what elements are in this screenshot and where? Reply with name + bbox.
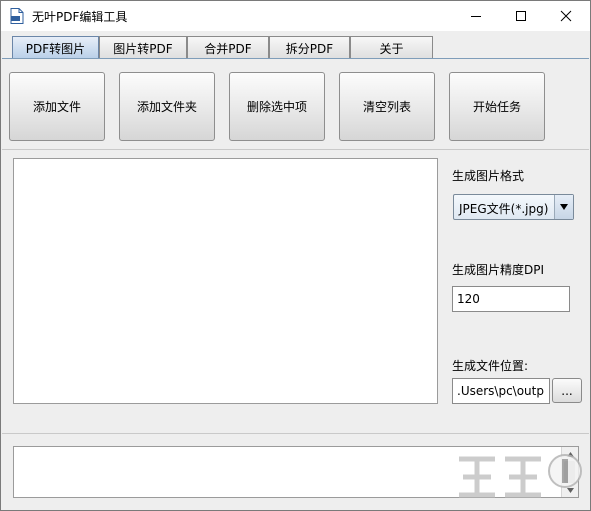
browse-button[interactable]: ... [552, 378, 582, 403]
dpi-label: 生成图片精度DPI [452, 263, 545, 277]
start-task-button[interactable]: 开始任务 [449, 72, 545, 141]
tab-image-to-pdf[interactable]: 图片转PDF [99, 36, 187, 59]
file-list[interactable] [13, 158, 438, 404]
location-label: 生成文件位置: [452, 359, 529, 373]
tab-split-pdf[interactable]: 拆分PDF [269, 36, 350, 59]
delete-selected-button[interactable]: 删除选中项 [229, 72, 325, 141]
app-window: 无叶PDF编辑工具 PDF转图片 图片转PDF 合并PDF 拆分PDF 关于 添… [0, 0, 591, 511]
tab-merge-pdf[interactable]: 合并PDF [187, 36, 269, 59]
close-button[interactable] [543, 1, 589, 31]
minimize-icon [471, 16, 481, 17]
toolbar-divider [2, 149, 589, 150]
dpi-input[interactable] [452, 286, 570, 312]
tab-underline [2, 58, 589, 59]
tab-label: 拆分PDF [285, 41, 334, 56]
clear-list-button[interactable]: 清空列表 [339, 72, 435, 141]
output-path-input[interactable] [452, 378, 550, 404]
maximize-icon [516, 11, 526, 21]
triangle-down-icon[interactable] [554, 195, 573, 219]
close-icon [560, 10, 572, 22]
pdf-file-icon [10, 8, 24, 24]
tab-label: 合并PDF [204, 41, 252, 56]
log-divider [2, 433, 589, 434]
format-label: 生成图片格式 [452, 169, 525, 183]
title-bar: 无叶PDF编辑工具 [1, 1, 590, 31]
format-select[interactable]: JPEG文件(*.jpg) [453, 194, 574, 220]
tab-pdf-to-image[interactable]: PDF转图片 [12, 36, 99, 59]
tab-strip: PDF转图片 图片转PDF 合并PDF 拆分PDF 关于 [1, 31, 590, 59]
tab-about[interactable]: 关于 [350, 36, 433, 59]
window-title: 无叶PDF编辑工具 [32, 10, 128, 24]
minimize-button[interactable] [453, 1, 499, 31]
format-select-value: JPEG文件(*.jpg) [459, 202, 549, 216]
tab-label: 关于 [379, 41, 404, 56]
add-folder-button[interactable]: 添加文件夹 [119, 72, 215, 141]
watermark-logo [459, 454, 582, 498]
add-file-button[interactable]: 添加文件 [9, 72, 105, 141]
maximize-button[interactable] [498, 1, 544, 31]
tab-label: 图片转PDF [113, 41, 173, 56]
tab-label: PDF转图片 [25, 41, 86, 56]
